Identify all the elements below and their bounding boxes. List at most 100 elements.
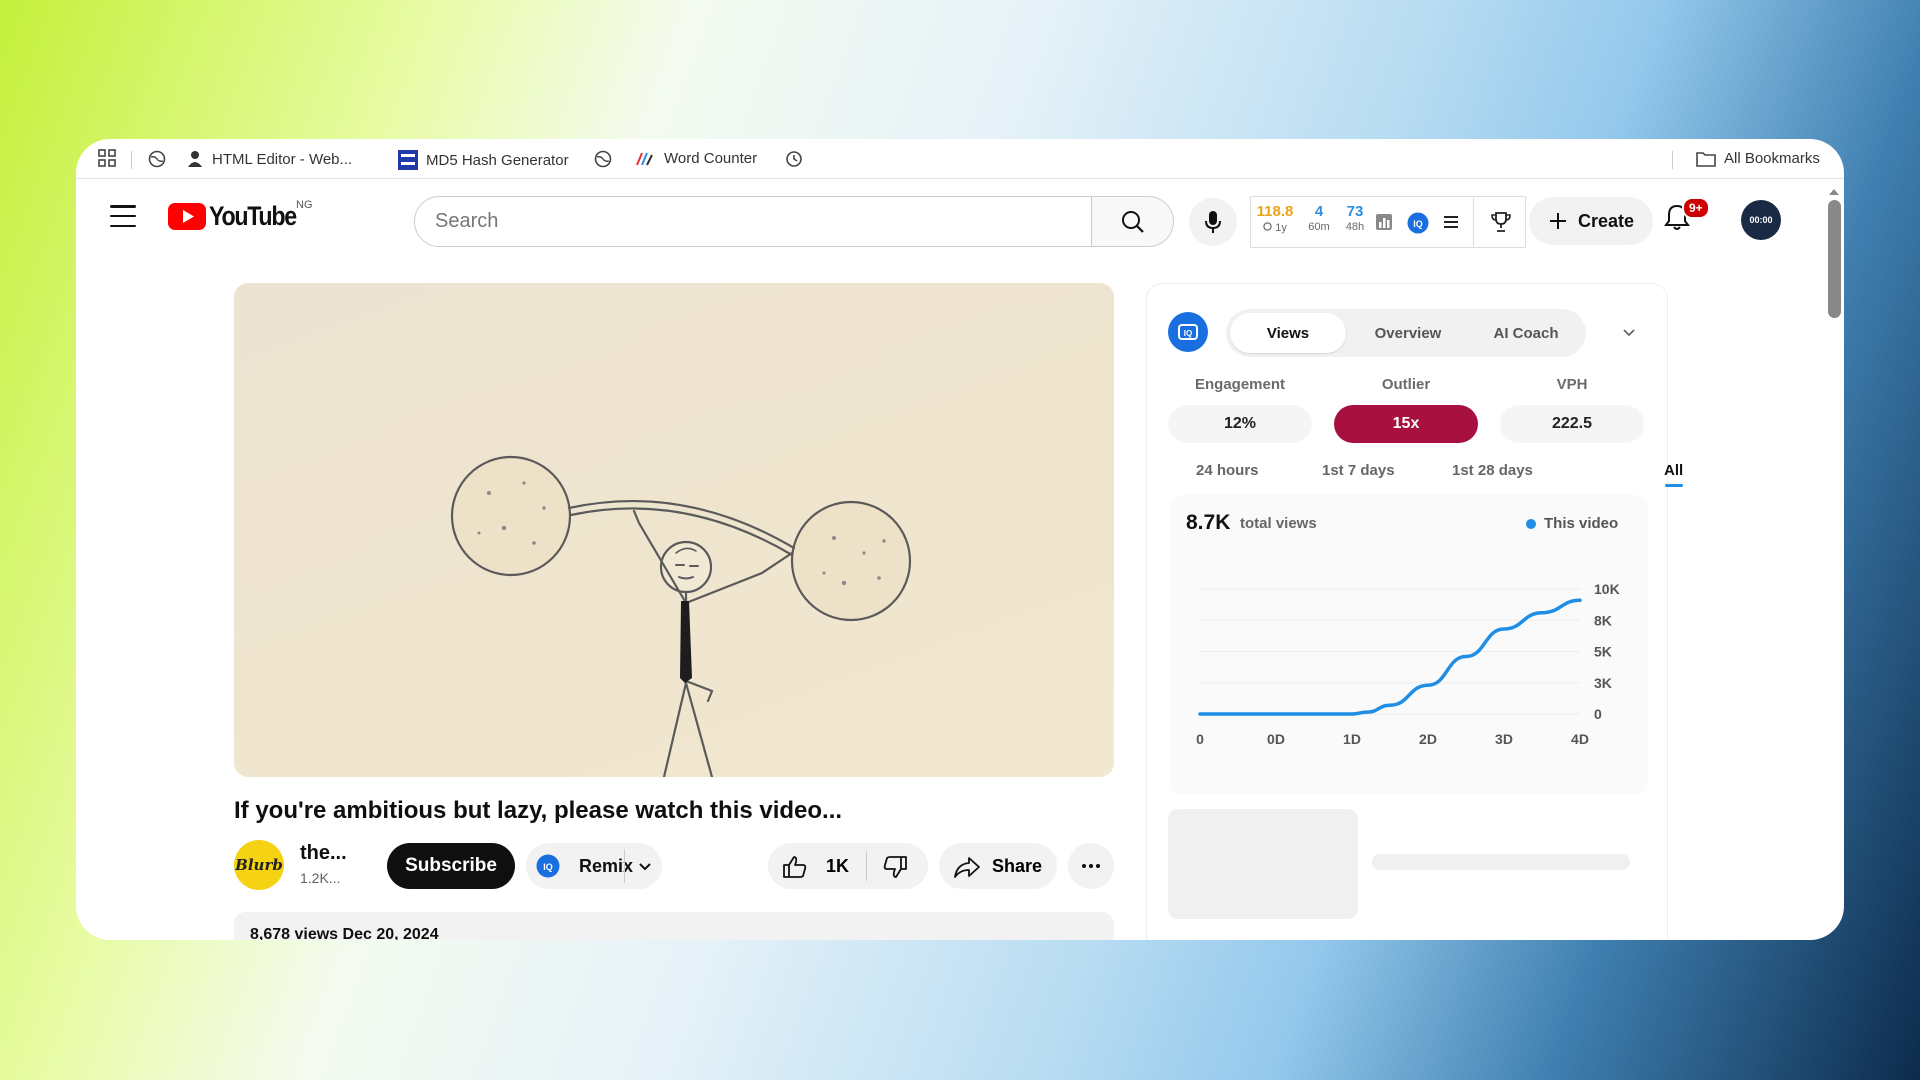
- trophy-icon[interactable]: [1490, 211, 1512, 233]
- metric-value-outlier[interactable]: 15x: [1334, 405, 1478, 443]
- search-button[interactable]: [1092, 196, 1174, 247]
- loading-thumbnail-placeholder: [1168, 809, 1358, 919]
- tab-views[interactable]: Views: [1230, 313, 1346, 353]
- like-count[interactable]: 1K: [826, 856, 849, 877]
- country-code: NG: [296, 199, 313, 211]
- create-button[interactable]: Create: [1529, 197, 1653, 245]
- metric-label-outlier: Outlier: [1381, 376, 1431, 393]
- ext-stat-value: 73: [1346, 203, 1364, 220]
- range-tab-7-days[interactable]: 1st 7 days: [1322, 462, 1395, 479]
- globe-icon[interactable]: [148, 150, 166, 168]
- all-bookmarks[interactable]: All Bookmarks: [1696, 150, 1820, 167]
- more-actions-icon[interactable]: [1068, 843, 1114, 889]
- remix-divider: [624, 849, 625, 883]
- thumbs-up-icon: [783, 856, 807, 878]
- like-button[interactable]: [782, 855, 808, 884]
- vidiq-logo-icon[interactable]: IQ: [1168, 312, 1208, 352]
- dislike-button[interactable]: [882, 855, 908, 884]
- history-icon[interactable]: [785, 150, 803, 168]
- legend-dot: [1526, 518, 1536, 529]
- view-count-and-date: 8,678 views Dec 20, 2024: [250, 926, 439, 940]
- youtube-logo[interactable]: YouTube: [168, 201, 310, 232]
- svg-text:IQ: IQ: [1413, 219, 1423, 229]
- like-dislike-group: 1K: [768, 843, 928, 889]
- chevron-down-icon[interactable]: [638, 859, 652, 878]
- ext-stat-sub: 48h: [1345, 221, 1365, 233]
- voice-search-button[interactable]: [1189, 198, 1237, 246]
- x-tick-label: 1D: [1343, 731, 1361, 747]
- ext-stat-48h[interactable]: 73 48h: [1339, 204, 1371, 233]
- microphone-icon: [1205, 211, 1221, 233]
- share-button[interactable]: Share: [939, 843, 1057, 889]
- bookmark-label: Word Counter: [664, 150, 758, 167]
- ext-stat-60m[interactable]: 4 60m: [1303, 204, 1335, 233]
- metric-label-vph: VPH: [1556, 376, 1588, 393]
- legend-label: This video: [1544, 515, 1619, 532]
- tab-ai-coach[interactable]: AI Coach: [1470, 313, 1582, 353]
- svg-text:IQ: IQ: [543, 862, 553, 872]
- scrollbar-thumb[interactable]: [1828, 200, 1841, 318]
- account-avatar[interactable]: 00:00: [1741, 200, 1781, 240]
- channel-subscriber-count: 1.2K...: [300, 870, 341, 886]
- scroll-up-arrow-icon[interactable]: [1829, 189, 1839, 195]
- bar-chart-icon[interactable]: [1375, 213, 1393, 231]
- likes-divider: [866, 851, 867, 881]
- active-range-indicator: [1665, 484, 1683, 487]
- remix-button[interactable]: IQ Remix: [526, 843, 662, 889]
- notifications-badge: 9+: [1682, 197, 1710, 219]
- bookmark-word-counter[interactable]: Word Counter: [636, 150, 757, 167]
- video-frame-illustration: [450, 455, 912, 777]
- masthead: YouTube NG 118.8 1y 4 60m 7: [76, 179, 1844, 257]
- panel-tabs: Views Overview AI Coach: [1226, 309, 1586, 357]
- x-tick-label: 3D: [1495, 731, 1513, 747]
- bookmarks-divider: [131, 151, 132, 169]
- bookmark-md5-generator[interactable]: MD5 Hash Generator: [398, 150, 569, 170]
- range-tab-all[interactable]: All: [1664, 462, 1683, 479]
- total-views-value: 8.7K: [1186, 511, 1231, 534]
- x-tick-label: 2D: [1419, 731, 1437, 747]
- video-title: If you're ambitious but lazy, please wat…: [234, 797, 843, 824]
- metric-value-vph[interactable]: 222.5: [1500, 405, 1644, 443]
- description-box[interactable]: 8,678 views Dec 20, 2024: [234, 912, 1114, 940]
- vidiq-icon[interactable]: IQ: [1407, 212, 1429, 234]
- list-icon[interactable]: [1443, 214, 1459, 230]
- ext-divider: [1473, 197, 1474, 247]
- ext-stat-value: 118.8: [1256, 203, 1294, 220]
- channel-name[interactable]: the...: [300, 842, 347, 865]
- ext-stat-sub: 1y: [1255, 222, 1295, 234]
- y-tick-label: 8K: [1594, 612, 1612, 628]
- search-icon: [1121, 210, 1144, 233]
- metric-value-engagement[interactable]: 12%: [1168, 405, 1312, 443]
- create-label: Create: [1577, 210, 1635, 231]
- person-icon: [188, 151, 202, 167]
- bookmarks-bar: HTML Editor - Web... MD5 Hash Generator …: [76, 139, 1844, 179]
- apps-grid-icon[interactable]: [98, 149, 116, 167]
- share-label: Share: [992, 856, 1043, 876]
- bookmark-html-editor[interactable]: HTML Editor - Web...: [186, 150, 352, 168]
- globe-icon[interactable]: [594, 150, 612, 168]
- search-field[interactable]: [414, 196, 1092, 247]
- tab-overview[interactable]: Overview: [1352, 313, 1464, 353]
- x-tick-label: 0: [1196, 731, 1204, 747]
- svg-text:IQ: IQ: [1184, 329, 1192, 338]
- ext-stat-1y[interactable]: 118.8 1y: [1255, 204, 1295, 234]
- channel-avatar[interactable]: Blurb: [234, 840, 284, 890]
- thumbs-down-icon: [883, 856, 907, 878]
- y-tick-label: 0: [1594, 706, 1602, 722]
- video-player[interactable]: [234, 283, 1114, 777]
- y-tick-label: 3K: [1594, 675, 1612, 691]
- chevron-down-icon[interactable]: [1622, 325, 1636, 344]
- all-bookmarks-label: All Bookmarks: [1724, 150, 1820, 167]
- logo-text: YouTube: [209, 201, 297, 231]
- range-tab-24-hours[interactable]: 24 hours: [1196, 462, 1259, 479]
- total-views-label: total views: [1240, 515, 1317, 532]
- metric-label-engagement: Engagement: [1194, 376, 1285, 393]
- menu-icon[interactable]: [110, 205, 136, 227]
- ext-stat-value: 4: [1314, 203, 1324, 220]
- range-tab-28-days[interactable]: 1st 28 days: [1452, 462, 1533, 479]
- subscribe-button[interactable]: Subscribe: [387, 843, 515, 889]
- y-tick-label: 5K: [1594, 644, 1612, 660]
- chart-legend: This video: [1526, 515, 1618, 532]
- search-input[interactable]: [435, 210, 1091, 233]
- word-counter-icon: [636, 152, 653, 165]
